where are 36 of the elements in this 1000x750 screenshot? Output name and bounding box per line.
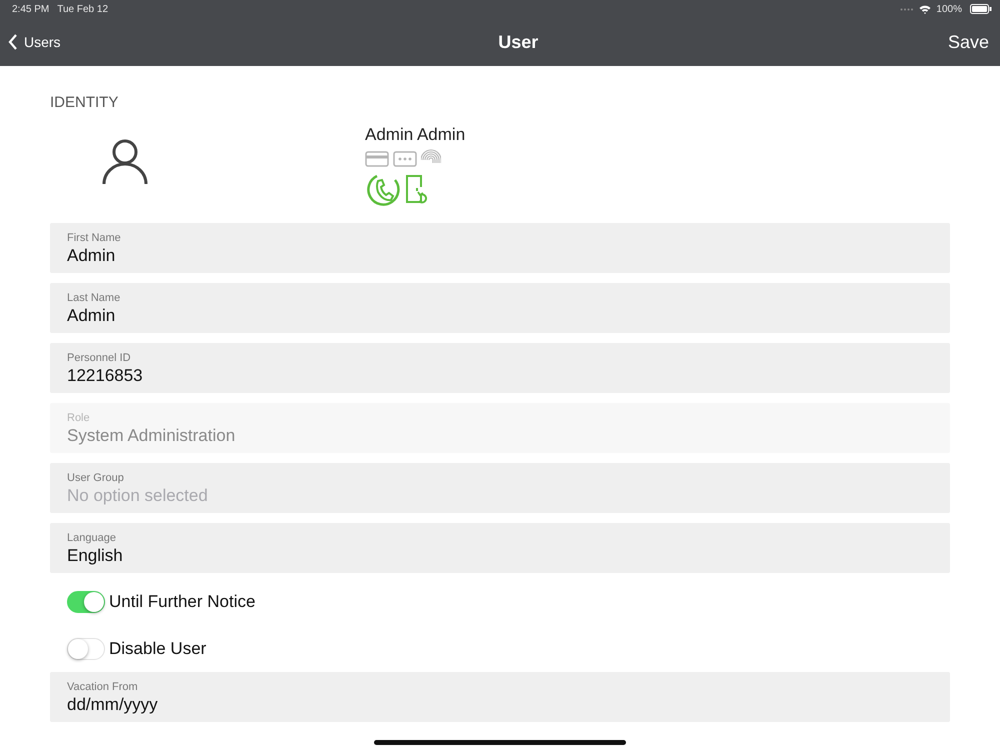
- field-label: Personnel ID: [67, 352, 131, 364]
- field-label: User Group: [67, 472, 124, 484]
- field-input[interactable]: Admin: [67, 246, 933, 266]
- text-field[interactable]: Language English: [50, 523, 950, 573]
- toggle-switch[interactable]: [67, 638, 105, 660]
- screen-title: User: [498, 32, 538, 52]
- field-label: Last Name: [67, 292, 120, 304]
- signal-icon: [900, 7, 914, 11]
- field-input[interactable]: No option selected: [67, 486, 933, 506]
- field-input[interactable]: dd/mm/yyyy: [67, 695, 933, 715]
- field-input[interactable]: English: [67, 546, 933, 566]
- field-input[interactable]: Admin: [67, 306, 933, 326]
- text-field[interactable]: User Group No option selected: [50, 463, 950, 513]
- battery-icon: [970, 4, 992, 14]
- text-field[interactable]: First Name Admin: [50, 223, 950, 273]
- user-avatar-icon: [102, 139, 148, 185]
- status-date: Tue Feb 12: [57, 4, 108, 14]
- toggle-switch[interactable]: [67, 591, 105, 613]
- save-button[interactable]: Save: [946, 30, 991, 54]
- toggle-label: Disable User: [109, 639, 206, 659]
- user-display-name: Admin Admin: [365, 125, 466, 145]
- battery-percent: 100%: [936, 4, 962, 14]
- status-time: 2:45 PM: [12, 4, 50, 14]
- toggle-label: Until Further Notice: [109, 592, 256, 612]
- chevron-left-icon: [8, 34, 18, 50]
- field-label: Role: [67, 412, 90, 424]
- text-field[interactable]: Last Name Admin: [50, 283, 950, 333]
- field-label: Language: [67, 532, 116, 544]
- field-input[interactable]: 12216853: [67, 366, 933, 386]
- field-label: First Name: [67, 232, 121, 244]
- back-button[interactable]: Users: [6, 32, 63, 52]
- text-field[interactable]: Vacation From dd/mm/yyyy: [50, 672, 950, 722]
- section-heading: IDENTITY: [50, 94, 120, 111]
- field-label: Vacation From: [67, 681, 138, 693]
- wifi-icon: [919, 4, 932, 14]
- text-field[interactable]: Personnel ID 12216853: [50, 343, 950, 393]
